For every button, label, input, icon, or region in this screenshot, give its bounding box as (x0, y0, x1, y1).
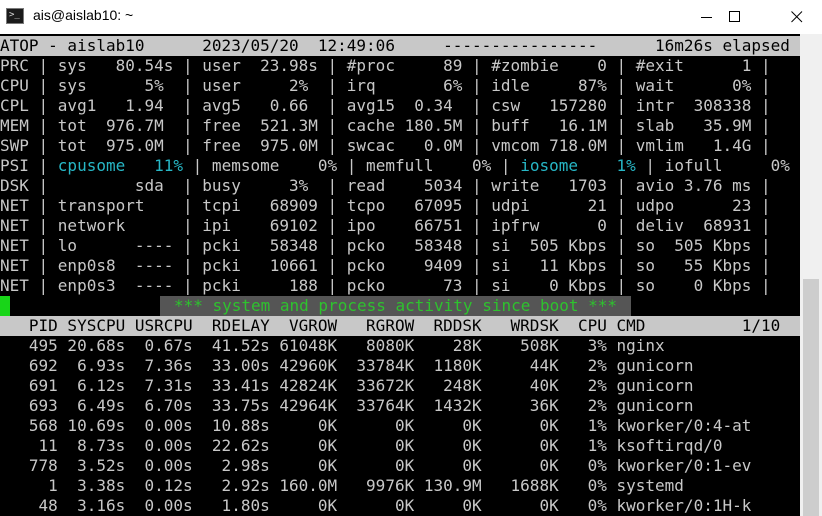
process-table-header: PID SYSCPU USRCPU RDELAY VGROW RGROW RDD… (0, 316, 800, 336)
process-row: 11 8.73s 0.00s 22.62s 0K 0K 0K 0K 1% kso… (0, 436, 723, 455)
process-row: 693 6.49s 6.70s 33.75s 42964K 33764K 143… (0, 396, 694, 415)
process-row: 1 3.38s 0.12s 2.92s 160.0M 9976K 130.9M … (0, 476, 684, 495)
psi-line: PSI | cpusome 11% | memsome 0% | memfull… (0, 156, 800, 176)
terminal-cursor (0, 296, 10, 316)
psi-cpusome: cpusome 11% (57, 156, 184, 175)
dsk-line: DSK | sda | busy 3% | read 5034 | write … (0, 176, 771, 195)
psi-suffix: | iofull 0% | (635, 156, 800, 175)
process-row: 48 3.16s 0.00s 1.80s 0K 0K 0K 0K 0% kwor… (0, 496, 752, 515)
net-enp0s3-line: NET | enp0s3 ---- | pcki 188 | pcko 73 |… (0, 276, 771, 295)
process-row: 495 20.68s 0.67s 41.52s 61048K 8080K 28K… (0, 336, 665, 355)
net-network-line: NET | network | ipi 69102 | ipo 66751 | … (0, 216, 771, 235)
window-titlebar[interactable]: >_ ais@aislab10: ~ (0, 0, 822, 34)
maximize-icon (729, 11, 740, 22)
swp-line: SWP | tot 975.0M | free 975.0M | swcac 0… (0, 136, 771, 155)
scrollbar-thumb[interactable] (803, 279, 819, 516)
psi-iosome: iosome 1% (520, 156, 636, 175)
process-row: 568 10.69s 0.00s 10.88s 0K 0K 0K 0K 1% k… (0, 416, 752, 435)
net-enp0s8-line: NET | enp0s8 ---- | pcki 10661 | pcko 94… (0, 256, 771, 275)
process-row: 691 6.12s 7.31s 33.41s 42824K 33672K 248… (0, 376, 694, 395)
psi-mid: | memsome 0% | memfull 0% | (183, 156, 521, 175)
terminal-output[interactable]: ATOP - aislab10 2023/05/20 12:49:06 ----… (0, 34, 800, 516)
net-transport-line: NET | transport | tcpi 68909 | tcpo 6709… (0, 196, 771, 215)
cpu-line: CPU | sys 5% | user 2% | irq 6% | idle 8… (0, 76, 771, 95)
process-row: 778 3.52s 0.00s 2.98s 0K 0K 0K 0K 0% kwo… (0, 456, 752, 475)
close-button[interactable] (774, 0, 820, 34)
process-row: 692 6.93s 7.36s 33.00s 42960K 33784K 118… (0, 356, 694, 375)
atop-header-bar: ATOP - aislab10 2023/05/20 12:49:06 ----… (0, 36, 800, 56)
close-icon (791, 11, 803, 23)
psi-prefix: PSI | (0, 156, 58, 175)
terminal-icon: >_ (6, 8, 24, 24)
mem-line: MEM | tot 976.7M | free 521.3M | cache 1… (0, 116, 771, 135)
cpl-line: CPL | avg1 1.94 | avg5 0.66 | avg15 0.34… (0, 96, 771, 115)
net-lo-line: NET | lo ---- | pcki 58348 | pcko 58348 … (0, 236, 771, 255)
maximize-button[interactable] (712, 0, 758, 34)
prc-line: PRC | sys 80.54s | user 23.98s | #proc 8… (0, 56, 771, 75)
activity-banner: *** system and process activity since bo… (160, 296, 631, 316)
window-title: ais@aislab10: ~ (33, 7, 134, 23)
